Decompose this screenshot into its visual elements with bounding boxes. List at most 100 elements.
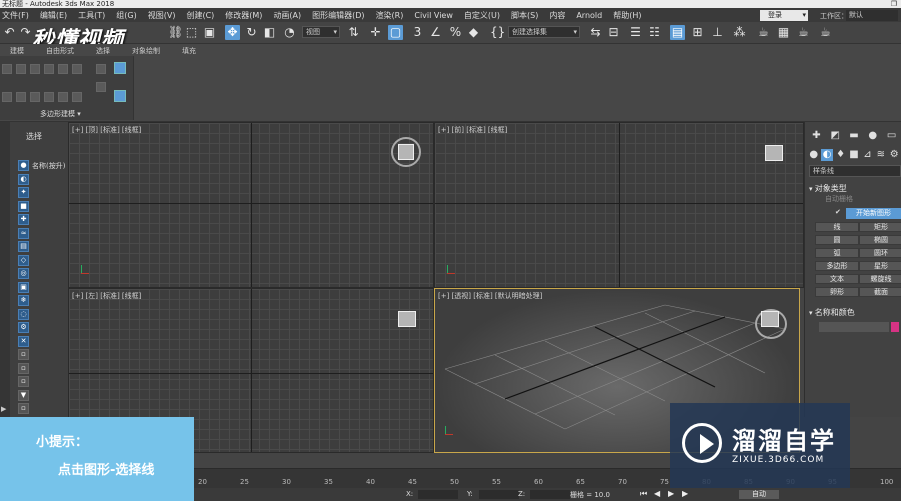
viewport-left-label[interactable]: [+] [左] [标准] [线框] bbox=[72, 291, 141, 301]
filter-cameras-icon[interactable]: ■ bbox=[18, 200, 29, 212]
shape-egg-button[interactable]: 卵形 bbox=[815, 287, 859, 297]
menu-help[interactable]: 帮助(H) bbox=[613, 10, 652, 21]
filter-none-icon[interactable]: ✕ bbox=[18, 335, 29, 347]
ribbon-tool-cell[interactable] bbox=[44, 92, 54, 102]
ribbon-tool-cell[interactable] bbox=[96, 82, 106, 92]
scene-explorer-icon[interactable]: ☰ bbox=[628, 25, 643, 40]
display-influences-icon[interactable]: ▫ bbox=[18, 376, 29, 387]
reference-coord-dropdown[interactable]: 视图 bbox=[302, 26, 340, 38]
scale-icon[interactable]: ◧ bbox=[262, 25, 277, 40]
shape-type-dropdown[interactable]: 样条线 bbox=[809, 165, 901, 177]
menu-modifiers[interactable]: 修改器(M) bbox=[225, 10, 273, 21]
viewcube-icon[interactable] bbox=[398, 311, 416, 327]
filter-frozen-icon[interactable]: ❄ bbox=[18, 295, 29, 306]
menu-tools[interactable]: 工具(T) bbox=[78, 10, 116, 21]
viewport-front[interactable]: [+] [前] [标准] [线框] bbox=[434, 122, 804, 288]
percent-snap-icon[interactable]: % bbox=[448, 25, 463, 40]
object-color-swatch[interactable] bbox=[891, 322, 899, 332]
viewcube-icon[interactable] bbox=[761, 311, 779, 327]
ribbon-tool-cell[interactable] bbox=[16, 64, 26, 74]
viewport-front-label[interactable]: [+] [前] [标准] [线框] bbox=[438, 125, 507, 135]
scene-explorer-title[interactable]: 选择 bbox=[26, 131, 42, 142]
login-dropdown[interactable]: 登录 bbox=[760, 10, 808, 21]
shape-line-button[interactable]: 线 bbox=[815, 222, 859, 232]
ribbon-tab-populate[interactable]: 填充 bbox=[172, 44, 208, 56]
auto-grid-checkbox[interactable]: 自动栅格 bbox=[825, 194, 853, 204]
cameras-icon[interactable]: ■ bbox=[848, 149, 860, 161]
viewport-top[interactable]: [+] [顶] [标准] [线框] bbox=[68, 122, 434, 288]
filter-invert-icon[interactable]: ▫ bbox=[18, 349, 29, 360]
lock-icon[interactable]: ▫ bbox=[18, 403, 29, 414]
align-icon[interactable]: ⊟ bbox=[606, 25, 621, 40]
object-name-field[interactable] bbox=[819, 322, 889, 332]
named-selection-dropdown[interactable]: 创建选择集 bbox=[508, 26, 580, 38]
ribbon-panel-caption[interactable]: 多边形建模 ▾ bbox=[40, 109, 81, 119]
angle-snap-icon[interactable]: ∠ bbox=[428, 25, 443, 40]
select-move-icon[interactable]: ✥ bbox=[225, 25, 240, 40]
ribbon-tool-cell[interactable] bbox=[30, 92, 40, 102]
shape-circle-button[interactable]: 圆 bbox=[815, 235, 859, 245]
ribbon-tool-cell[interactable] bbox=[44, 64, 54, 74]
start-new-shape-button[interactable]: 开始新图形 bbox=[846, 208, 901, 219]
filter-lights-icon[interactable]: ✦ bbox=[18, 187, 29, 198]
shape-donut-button[interactable]: 圆环 bbox=[859, 248, 901, 258]
create-tab-icon[interactable]: ✚ bbox=[810, 130, 822, 142]
material-editor-icon[interactable]: ⁂ bbox=[732, 25, 747, 40]
select-region-icon[interactable]: ⬚ bbox=[184, 25, 199, 40]
geometry-icon[interactable]: ● bbox=[808, 149, 820, 161]
motion-tab-icon[interactable]: ● bbox=[867, 130, 879, 142]
curve-editor-icon[interactable]: ⊞ bbox=[690, 25, 705, 40]
workspace-dropdown[interactable]: 默认 bbox=[846, 10, 898, 21]
restore-window-button[interactable]: ❐ bbox=[891, 0, 897, 8]
ribbon-tool-active[interactable] bbox=[114, 62, 126, 74]
select-manipulate-icon[interactable]: ✛ bbox=[368, 25, 383, 40]
filter-containers-icon[interactable]: ▣ bbox=[18, 281, 29, 293]
pivot-icon[interactable]: ⇅ bbox=[346, 25, 361, 40]
mirror-icon[interactable]: ⇆ bbox=[588, 25, 603, 40]
helpers-icon[interactable]: ⊿ bbox=[861, 149, 873, 161]
shapes-icon[interactable]: ◐ bbox=[821, 149, 834, 161]
shape-star-button[interactable]: 星形 bbox=[859, 261, 901, 271]
spinner-snap-icon[interactable]: ◆ bbox=[466, 25, 481, 40]
name-sort-header[interactable]: 名称(按升) bbox=[32, 161, 65, 171]
menu-civil-view[interactable]: Civil View bbox=[414, 11, 464, 20]
ribbon-tab-modeling[interactable]: 建模 bbox=[0, 44, 36, 56]
filter-funnel-icon[interactable]: ▼ bbox=[18, 389, 29, 401]
menu-edit[interactable]: 编辑(E) bbox=[40, 10, 78, 21]
redo-icon[interactable]: ↷ bbox=[18, 25, 33, 40]
placement-icon[interactable]: ◔ bbox=[282, 25, 297, 40]
coord-x-field[interactable] bbox=[418, 490, 458, 499]
filter-all-icon[interactable]: ⚙ bbox=[18, 322, 29, 333]
menu-group[interactable]: 组(G) bbox=[116, 10, 147, 21]
viewport-top-label[interactable]: [+] [顶] [标准] [线框] bbox=[72, 125, 141, 135]
spacewarps-icon[interactable]: ≋ bbox=[875, 149, 887, 161]
render-iterative-icon[interactable]: ☕ bbox=[818, 25, 833, 40]
shape-helix-button[interactable]: 螺旋线 bbox=[859, 274, 901, 284]
menu-graph-editors[interactable]: 图形编辑器(D) bbox=[312, 10, 375, 21]
filter-helpers-icon[interactable]: ✚ bbox=[18, 214, 29, 225]
link-icon[interactable]: ⛓ bbox=[168, 25, 183, 40]
shape-section-button[interactable]: 截面 bbox=[859, 287, 901, 297]
ribbon-tool-cell[interactable] bbox=[30, 64, 40, 74]
prev-frame-icon[interactable]: ◀ bbox=[654, 489, 660, 498]
filter-spacewarps-icon[interactable]: ≈ bbox=[18, 227, 29, 239]
lights-icon[interactable]: ♦ bbox=[835, 149, 847, 161]
menu-view[interactable]: 视图(V) bbox=[148, 10, 187, 21]
ribbon-tool-cell[interactable] bbox=[96, 64, 106, 74]
systems-icon[interactable]: ⚙ bbox=[888, 149, 900, 161]
coord-z-field[interactable] bbox=[530, 490, 570, 499]
rendered-frame-icon[interactable]: ▦ bbox=[776, 25, 791, 40]
goto-start-icon[interactable]: ⏮ bbox=[640, 489, 647, 499]
menu-rendering[interactable]: 渲染(R) bbox=[376, 10, 415, 21]
shape-rectangle-button[interactable]: 矩形 bbox=[859, 222, 901, 232]
filter-groups-icon[interactable]: ▤ bbox=[18, 241, 29, 252]
play-icon[interactable]: ▶ bbox=[668, 489, 674, 498]
keyboard-shortcut-icon[interactable]: ▢ bbox=[388, 25, 403, 40]
viewcube-icon[interactable] bbox=[398, 144, 414, 160]
ribbon-tool-cell[interactable] bbox=[2, 92, 12, 102]
filter-shapes-icon[interactable]: ◐ bbox=[18, 173, 29, 185]
coord-y-field[interactable] bbox=[479, 490, 519, 499]
filter-hidden-icon[interactable]: ◌ bbox=[18, 308, 29, 320]
snap-3d-icon[interactable]: 3 bbox=[410, 25, 425, 40]
next-frame-icon[interactable]: ▶ bbox=[682, 489, 688, 498]
